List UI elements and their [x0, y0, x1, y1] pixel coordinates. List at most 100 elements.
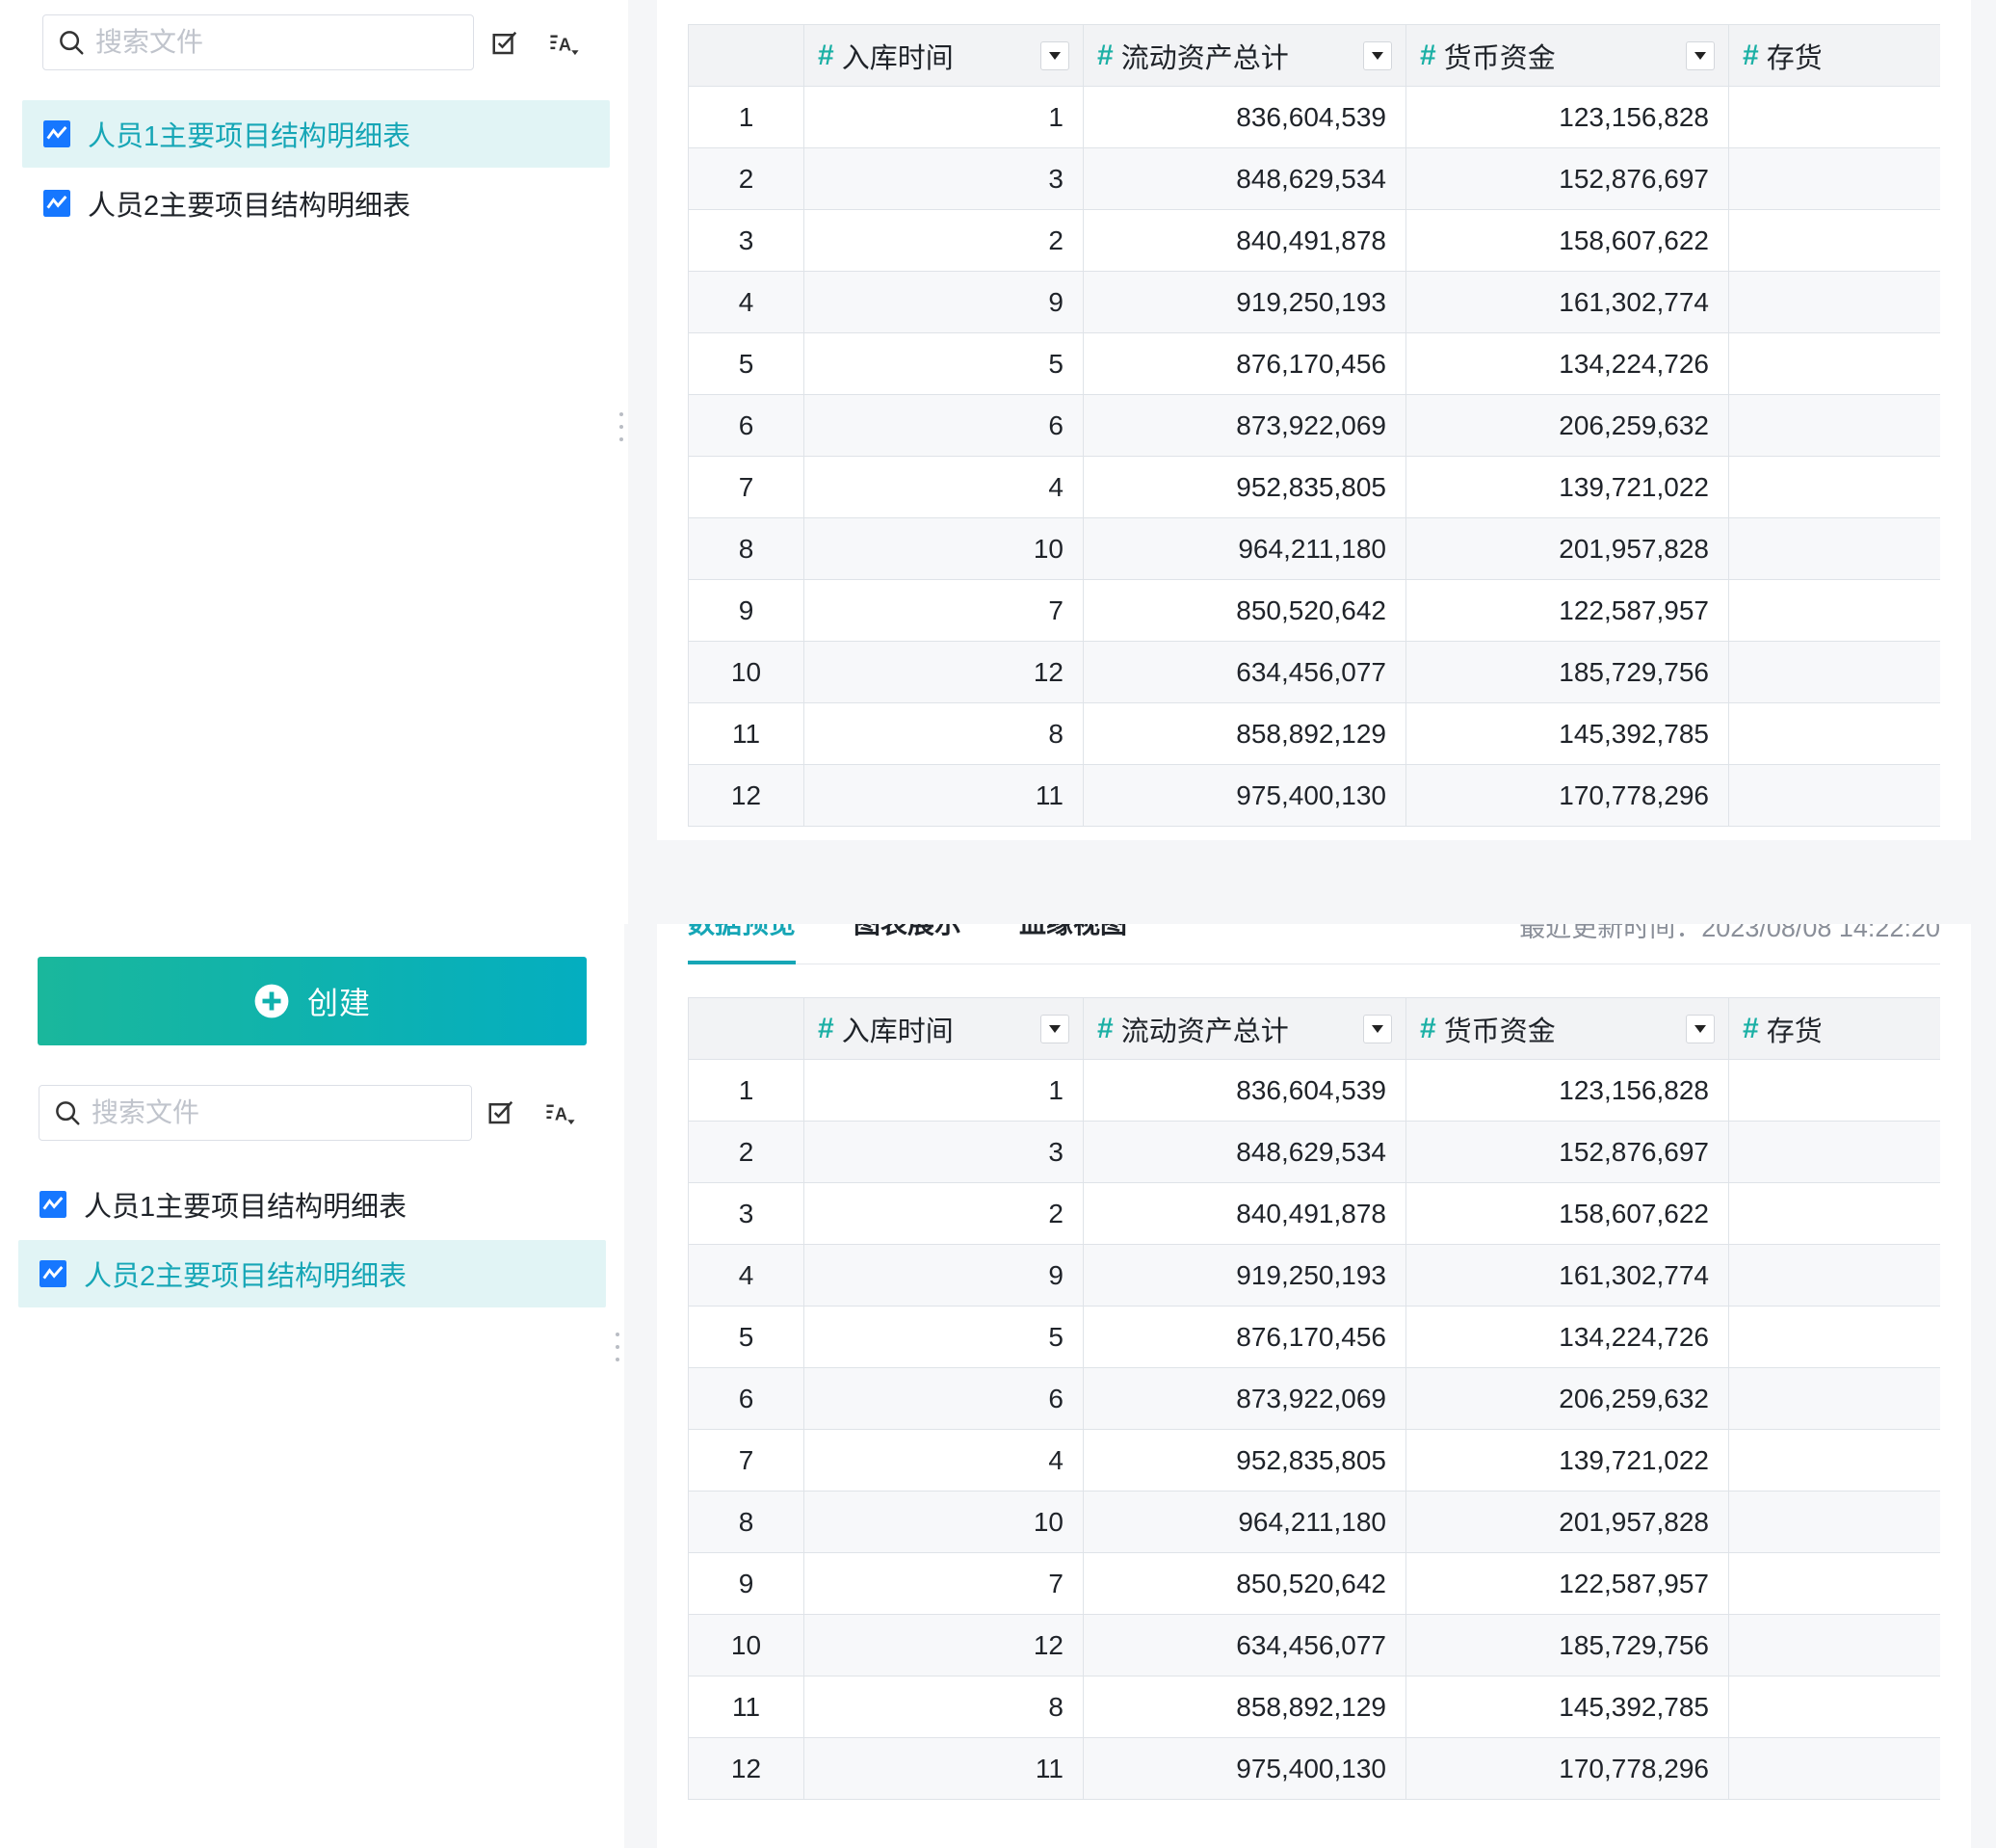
number-type-icon: # — [1097, 1012, 1114, 1044]
column-dropdown-button[interactable] — [1040, 40, 1069, 70]
file-item-2[interactable]: 人员2主要项目结构明细表 — [22, 170, 610, 237]
table-cell: 161,302,774 — [1405, 1244, 1729, 1307]
table-cell: 158,607,622 — [1405, 1182, 1729, 1245]
table-cell: 94,9 — [1728, 394, 1940, 457]
table-cell: 848,629,534 — [1083, 1121, 1406, 1183]
panel-resize-handle[interactable] — [617, 412, 626, 441]
line-chart-icon — [43, 190, 70, 217]
table-cell: 6 — [803, 394, 1084, 457]
table-cell: 152,876,697 — [1405, 147, 1729, 210]
table-cell: 975,400,130 — [1083, 764, 1406, 827]
table-cell: 11 — [803, 764, 1084, 827]
table-cell: 201,957,828 — [1405, 517, 1729, 580]
row-index-cell: 8 — [688, 517, 804, 580]
top-screen: A 人员1主要项目结构明细表 人员2主要项目结构明细表 #入库时间 #流动资产总… — [0, 0, 1996, 924]
table-cell: 952,835,805 — [1083, 456, 1406, 518]
table-cell: 145,392,785 — [1405, 702, 1729, 765]
batch-select-button[interactable] — [486, 24, 524, 63]
table-cell: 1 — [803, 86, 1084, 148]
batch-select-button[interactable] — [482, 1094, 520, 1132]
column-dropdown-button[interactable] — [1363, 40, 1392, 70]
table-cell: 93,6 — [1728, 1737, 1940, 1800]
column-header: # 货币资金 — [1405, 997, 1729, 1060]
table-row: 97850,520,642122,587,957107,0 — [688, 579, 1940, 642]
table-cell: 919,250,193 — [1083, 271, 1406, 333]
table-body: 11836,604,539123,156,828318,923848,629,5… — [688, 1059, 1940, 1800]
number-type-icon: # — [818, 1012, 834, 1044]
number-type-icon: # — [1420, 39, 1436, 71]
tab-chart-display[interactable]: 图表展示 — [854, 924, 961, 941]
table-cell: 96,4 — [1728, 1676, 1940, 1738]
table-cell: 139,721,022 — [1405, 1429, 1729, 1492]
row-index-cell: 11 — [688, 702, 804, 765]
column-header: # 流动资产总计 — [1083, 24, 1406, 87]
column-dropdown-button[interactable] — [1040, 1014, 1069, 1043]
row-index-cell: 8 — [688, 1491, 804, 1553]
panel-resize-handle[interactable] — [613, 1333, 622, 1361]
search-box[interactable] — [39, 1085, 472, 1141]
search-input[interactable] — [95, 27, 442, 58]
table-cell: 101,4 — [1728, 1429, 1940, 1492]
table-row: 1012634,456,077185,729,75652,6 — [688, 1614, 1940, 1676]
line-chart-icon — [39, 1260, 66, 1287]
plus-circle-icon — [254, 984, 289, 1018]
table-header-row: # 入库时间 # 流动资产总计 # 货币资金 # 存货 — [688, 24, 1940, 87]
table-row: 11836,604,539123,156,828318,9 — [688, 1059, 1940, 1122]
table-cell: 152,876,697 — [1405, 1121, 1729, 1183]
table-row: 810964,211,180201,957,82889,9 — [688, 517, 1940, 580]
tab-data-preview[interactable]: 数据预览 — [688, 924, 796, 941]
table-cell: 836,604,539 — [1083, 1059, 1406, 1122]
checkbox-edit-icon — [492, 31, 517, 55]
table-cell: 185,729,756 — [1405, 641, 1729, 703]
table-cell: 6 — [803, 1367, 1084, 1430]
table-cell: 201,957,828 — [1405, 1491, 1729, 1553]
column-dropdown-button[interactable] — [1686, 1014, 1715, 1043]
table-cell: 840,491,878 — [1083, 209, 1406, 272]
table-cell: 2 — [803, 1182, 1084, 1245]
file-item-2[interactable]: 人员2主要项目结构明细表 — [18, 1240, 606, 1307]
data-preview-panel: # 入库时间 # 流动资产总计 # 货币资金 # 存货 1 1 836,604,539 123… — [657, 0, 1971, 840]
data-table-container[interactable]: # 入库时间 # 流动资产总计 # 货币资金 # 存货 1 1 836,604,539 123… — [688, 24, 1940, 829]
row-index-cell: 10 — [688, 1614, 804, 1676]
file-item-1[interactable]: 人员1主要项目结构明细表 — [22, 100, 610, 168]
search-box[interactable] — [42, 14, 474, 70]
sort-button[interactable]: A — [545, 24, 584, 63]
last-updated-time: 最近更新时间：2023/08/08 14:22:20 — [1519, 924, 1940, 942]
row-index-cell: 4 — [688, 271, 804, 333]
table-cell: 158,607,622 — [1405, 209, 1729, 272]
column-dropdown-button[interactable] — [1686, 40, 1715, 70]
file-label: 人员2主要项目结构明细表 — [88, 191, 411, 222]
table-cell: 952,835,805 — [1083, 1429, 1406, 1492]
tab-lineage-view[interactable]: 血缘视图 — [1019, 924, 1127, 941]
search-input[interactable] — [92, 1097, 438, 1128]
row-index-cell: 1 — [688, 1059, 804, 1122]
table-cell: 850,520,642 — [1083, 1552, 1406, 1615]
table-cell: 858,892,129 — [1083, 702, 1406, 765]
table-cell: 134,224,726 — [1405, 1306, 1729, 1368]
table-header-row: # 入库时间 # 流动资产总计 # 货币资金 # 存货 — [688, 997, 1940, 1060]
table-cell: 876,170,456 — [1083, 1306, 1406, 1368]
table-cell: 840,491,878 — [1083, 1182, 1406, 1245]
data-table-container[interactable]: # 入库时间 # 流动资产总计 # 货币资金 # 存货 1 1 836,604,539 123… — [688, 997, 1940, 1802]
table-row: 1012634,456,077185,729,75652,6 — [688, 641, 1940, 703]
table-cell: 2 — [803, 209, 1084, 272]
column-header: # 入库时间 — [803, 997, 1084, 1060]
sort-button[interactable]: A — [541, 1094, 580, 1132]
row-index-cell: 7 — [688, 456, 804, 518]
column-header: # 存货 — [1728, 997, 1940, 1060]
create-button[interactable]: 创建 — [38, 957, 587, 1045]
column-dropdown-button[interactable] — [1363, 1014, 1392, 1043]
search-icon — [56, 1101, 80, 1125]
table-cell: 858,892,129 — [1083, 1676, 1406, 1738]
active-tab-indicator — [688, 961, 796, 964]
table-cell: 964,211,180 — [1083, 1491, 1406, 1553]
row-index-cell: 3 — [688, 209, 804, 272]
file-item-1[interactable]: 人员1主要项目结构明细表 — [18, 1171, 606, 1238]
table-row: 32840,491,878158,607,62297,5 — [688, 209, 1940, 272]
table-cell: 85,3 — [1728, 86, 1940, 148]
table-cell: 185,729,756 — [1405, 1614, 1729, 1676]
bottom-screen: 创建 A 人员1主要项目结构明细表 人员2主要项目结构明细表 — [0, 924, 1996, 1848]
table-cell: 101,4 — [1728, 456, 1940, 518]
table-cell: 101,9 — [1728, 332, 1940, 395]
data-preview-panel: 数据预览 图表展示 血缘视图 最近更新时间：2023/08/08 14:22:2… — [657, 924, 1971, 1848]
